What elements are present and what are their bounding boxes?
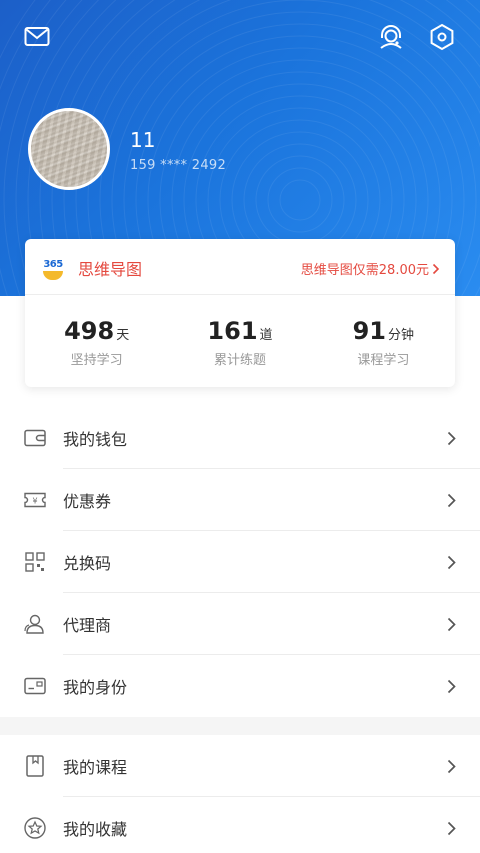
menu-item-favorites[interactable]: 我的收藏 bbox=[0, 797, 480, 853]
menu-group-account: 我的钱包 ¥ 优惠券 兑换码 代理商 我的身份 bbox=[0, 407, 480, 717]
menu-label: 我的课程 bbox=[63, 758, 128, 777]
chevron-right-icon bbox=[444, 554, 458, 570]
menu-label: 我的身份 bbox=[63, 678, 128, 697]
book-icon bbox=[24, 755, 46, 777]
menu-label: 兑换码 bbox=[63, 554, 112, 573]
chevron-right-icon bbox=[444, 616, 458, 632]
user-name: 11 bbox=[130, 128, 156, 152]
stat-unit: 道 bbox=[259, 328, 273, 343]
mindmap-promo-banner[interactable]: 365 思维导图 思维导图仅需28.00元 bbox=[25, 239, 455, 295]
stat-unit: 天 bbox=[116, 328, 130, 343]
menu-label: 优惠券 bbox=[63, 492, 112, 511]
stat-value: 498 bbox=[64, 317, 115, 345]
menu-label: 我的钱包 bbox=[63, 430, 128, 449]
stat-value: 161 bbox=[207, 317, 258, 345]
promo-title: 思维导图 bbox=[78, 260, 143, 279]
chevron-right-icon bbox=[444, 678, 458, 694]
mail-icon[interactable] bbox=[22, 22, 52, 52]
menu-item-identity[interactable]: 我的身份 bbox=[0, 655, 480, 717]
stats-card: 365 思维导图 思维导图仅需28.00元 498 天 坚持学习 161 道 累计练… bbox=[25, 239, 455, 387]
star-icon bbox=[24, 817, 46, 839]
wallet-icon bbox=[24, 427, 46, 449]
svg-text:¥: ¥ bbox=[32, 497, 37, 506]
menu-label: 我的收藏 bbox=[63, 820, 128, 839]
stat-unit: 分钟 bbox=[388, 328, 415, 343]
stat-label: 累计练题 bbox=[213, 353, 266, 368]
stat-practice-count: 161 道 累计练题 bbox=[168, 295, 311, 387]
menu-item-agent[interactable]: 代理商 bbox=[0, 593, 480, 655]
stat-label: 课程学习 bbox=[357, 353, 410, 368]
stats-row: 498 天 坚持学习 161 道 累计练题 91 分钟 课程学习 bbox=[25, 295, 455, 387]
qrcode-icon bbox=[24, 551, 46, 573]
stat-value: 91 bbox=[352, 317, 387, 345]
promo-price-link[interactable]: 思维导图仅需28.00元 bbox=[301, 259, 440, 278]
chevron-right-icon bbox=[432, 263, 440, 274]
stat-course-minutes: 91 分钟 课程学习 bbox=[312, 295, 455, 387]
coupon-icon: ¥ bbox=[24, 489, 46, 511]
settings-hex-icon[interactable] bbox=[427, 22, 457, 52]
stat-label: 坚持学习 bbox=[70, 353, 123, 368]
chevron-right-icon bbox=[444, 758, 458, 774]
avatar[interactable] bbox=[28, 108, 110, 190]
agent-icon bbox=[24, 613, 46, 635]
menu-item-my-courses[interactable]: 我的课程 bbox=[0, 735, 480, 797]
headset-icon[interactable] bbox=[376, 22, 406, 52]
profile-page: 11 159 **** 2492 365 思维导图 思维导图仅需28.00元 4… bbox=[0, 0, 480, 853]
menu-item-redeem-code[interactable]: 兑换码 bbox=[0, 531, 480, 593]
chevron-right-icon bbox=[444, 430, 458, 446]
chevron-right-icon bbox=[444, 820, 458, 836]
menu-group-learning: 我的课程 我的收藏 bbox=[0, 735, 480, 853]
id-card-icon bbox=[24, 675, 46, 697]
section-separator bbox=[0, 717, 480, 735]
promo-365-logo-icon: 365 bbox=[40, 258, 66, 282]
menu-item-coupon[interactable]: ¥ 优惠券 bbox=[0, 469, 480, 531]
user-phone: 159 **** 2492 bbox=[130, 158, 227, 173]
menu-item-wallet[interactable]: 我的钱包 bbox=[0, 407, 480, 469]
stat-study-days: 498 天 坚持学习 bbox=[25, 295, 168, 387]
promo-price-text: 思维导图仅需28.00元 bbox=[300, 263, 429, 278]
chevron-right-icon bbox=[444, 492, 458, 508]
menu-label: 代理商 bbox=[63, 616, 112, 635]
